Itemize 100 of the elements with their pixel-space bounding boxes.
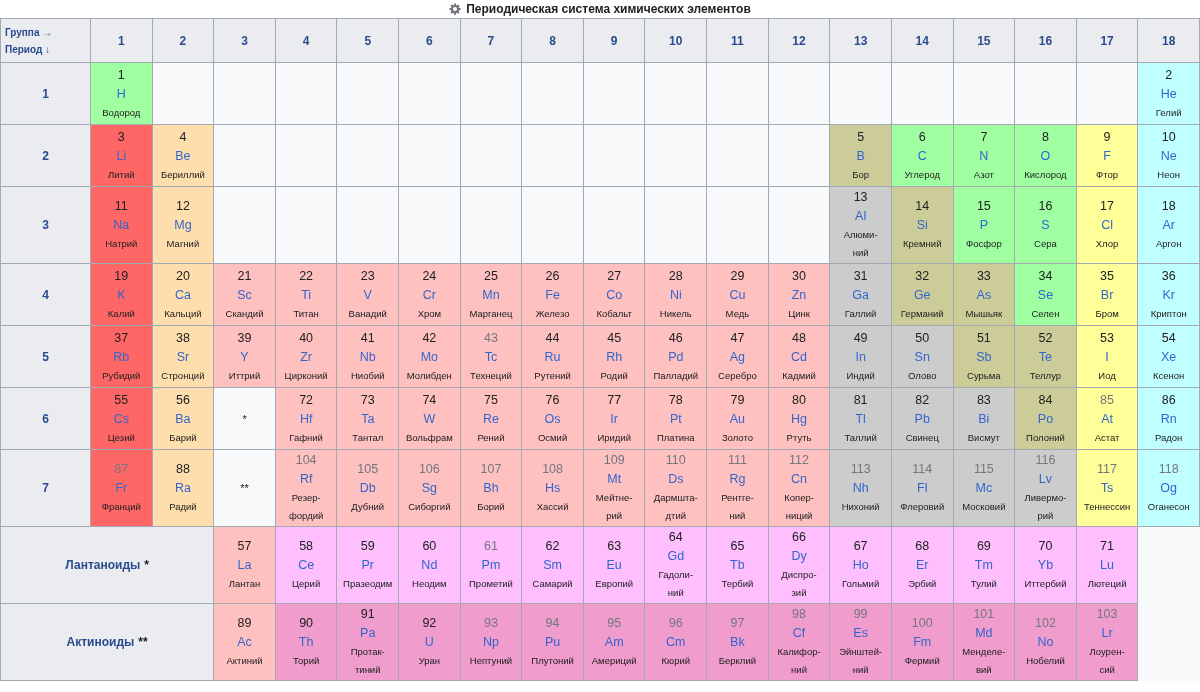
element-symbol-link[interactable]: Te <box>1038 347 1053 367</box>
element-symbol-link[interactable]: Mt <box>607 470 622 489</box>
group-header[interactable]: 4 <box>275 19 338 63</box>
element-symbol-link[interactable]: Th <box>298 633 314 652</box>
settings-icon[interactable] <box>449 3 462 15</box>
element-symbol-link[interactable]: Au <box>729 409 746 429</box>
period-header[interactable]: 4 <box>1 264 91 326</box>
element-symbol-link[interactable]: Md <box>975 624 993 643</box>
element-symbol-link[interactable]: Nb <box>359 347 376 367</box>
element-symbol-link[interactable]: Ts <box>1100 479 1114 498</box>
element-symbol-link[interactable]: Tm <box>974 556 993 575</box>
element-symbol-link[interactable]: Og <box>1160 479 1177 498</box>
period-header[interactable]: 3 <box>1 187 91 264</box>
element-symbol-link[interactable]: Pt <box>669 409 682 429</box>
group-header[interactable]: 3 <box>214 19 276 63</box>
element-symbol-link[interactable]: Cs <box>113 409 129 429</box>
element-symbol-link[interactable]: Lr <box>1101 624 1113 643</box>
element-symbol-link[interactable]: Cl <box>1101 216 1113 235</box>
element-symbol-link[interactable]: Pm <box>481 556 501 575</box>
element-symbol-link[interactable]: Cn <box>791 470 807 489</box>
element-symbol-link[interactable]: Sb <box>976 347 992 367</box>
element-symbol-link[interactable]: Pb <box>914 409 930 429</box>
element-symbol-link[interactable]: Co <box>606 285 623 305</box>
element-symbol-link[interactable]: Ac <box>237 633 252 652</box>
element-symbol-link[interactable]: Se <box>1037 285 1054 305</box>
element-symbol-link[interactable]: Rf <box>299 470 313 489</box>
element-symbol-link[interactable]: Ra <box>174 479 191 498</box>
element-symbol-link[interactable]: Y <box>240 347 249 367</box>
element-symbol-link[interactable]: Sr <box>176 347 190 367</box>
element-symbol-link[interactable]: Br <box>1100 285 1114 305</box>
element-symbol-link[interactable]: Rb <box>113 347 130 367</box>
group-header[interactable]: 16 <box>1015 19 1077 63</box>
group-header[interactable]: 18 <box>1138 19 1200 63</box>
element-symbol-link[interactable]: F <box>1103 146 1111 166</box>
element-symbol-link[interactable]: Np <box>482 633 499 652</box>
element-symbol-link[interactable]: Ds <box>668 470 684 489</box>
element-symbol-link[interactable]: As <box>976 285 992 305</box>
element-symbol-link[interactable]: Fr <box>115 479 128 498</box>
group-header[interactable]: 13 <box>830 19 892 63</box>
element-symbol-link[interactable]: La <box>237 556 252 575</box>
element-symbol-link[interactable]: N <box>979 146 989 166</box>
element-symbol-link[interactable]: Sm <box>543 556 562 575</box>
element-symbol-link[interactable]: Nh <box>852 479 869 498</box>
element-symbol-link[interactable]: P <box>979 216 988 235</box>
element-symbol-link[interactable]: Lu <box>1100 556 1114 575</box>
element-symbol-link[interactable]: Rh <box>606 347 623 367</box>
element-symbol-link[interactable]: Sg <box>421 479 437 498</box>
element-symbol-link[interactable]: B <box>856 146 865 166</box>
group-header[interactable]: 9 <box>583 19 646 63</box>
element-symbol-link[interactable]: Ar <box>1162 216 1175 235</box>
element-symbol-link[interactable]: S <box>1041 216 1050 235</box>
element-symbol-link[interactable]: Bh <box>483 479 499 498</box>
series-name-link[interactable]: Актиноиды <box>66 635 135 649</box>
element-symbol-link[interactable]: Er <box>916 556 929 575</box>
element-symbol-link[interactable]: Ba <box>175 409 191 429</box>
group-header[interactable]: 12 <box>768 19 831 63</box>
element-symbol-link[interactable]: Sn <box>914 347 930 367</box>
element-symbol-link[interactable]: No <box>1037 633 1054 652</box>
element-symbol-link[interactable]: Am <box>604 633 624 652</box>
element-symbol-link[interactable]: C <box>917 146 927 166</box>
period-header[interactable]: 5 <box>1 326 91 388</box>
element-symbol-link[interactable]: Tl <box>855 409 866 429</box>
period-axis-link[interactable]: Период ↓ <box>5 43 51 55</box>
element-symbol-link[interactable]: Ca <box>174 285 191 305</box>
element-symbol-link[interactable]: U <box>424 633 434 652</box>
element-symbol-link[interactable]: Mo <box>420 347 439 367</box>
element-symbol-link[interactable]: Bi <box>978 409 990 429</box>
element-symbol-link[interactable]: Lv <box>1038 470 1053 489</box>
element-symbol-link[interactable]: Eu <box>606 556 622 575</box>
group-header[interactable]: 6 <box>399 19 461 63</box>
element-symbol-link[interactable]: Pr <box>361 556 374 575</box>
element-symbol-link[interactable]: Si <box>916 216 928 235</box>
group-header[interactable]: 15 <box>953 19 1016 63</box>
element-symbol-link[interactable]: Tb <box>730 556 745 575</box>
element-symbol-link[interactable]: K <box>117 285 126 305</box>
element-symbol-link[interactable]: Hg <box>791 409 807 429</box>
element-symbol-link[interactable]: Mg <box>174 216 192 235</box>
element-symbol-link[interactable]: He <box>1160 84 1177 104</box>
series-name-link[interactable]: Лантаноиды <box>65 558 141 572</box>
group-header[interactable]: 5 <box>337 19 400 63</box>
element-symbol-link[interactable]: Xe <box>1161 347 1177 367</box>
element-symbol-link[interactable]: Cr <box>422 285 436 305</box>
element-symbol-link[interactable]: Os <box>544 409 561 429</box>
element-symbol-link[interactable]: Ir <box>610 409 618 429</box>
element-symbol-link[interactable]: Pu <box>544 633 561 652</box>
element-symbol-link[interactable]: Mn <box>482 285 500 305</box>
element-symbol-link[interactable]: Ag <box>729 347 746 367</box>
element-symbol-link[interactable]: Ge <box>913 285 931 305</box>
group-header[interactable]: 11 <box>707 19 769 63</box>
element-symbol-link[interactable]: Fl <box>917 479 928 498</box>
element-symbol-link[interactable]: Cu <box>729 285 746 305</box>
group-header[interactable]: 14 <box>891 19 954 63</box>
element-symbol-link[interactable]: Po <box>1037 409 1054 429</box>
element-symbol-link[interactable]: In <box>855 347 866 367</box>
element-symbol-link[interactable]: H <box>116 84 126 104</box>
element-symbol-link[interactable]: I <box>1105 347 1109 367</box>
period-header[interactable]: 6 <box>1 388 91 450</box>
element-symbol-link[interactable]: Ru <box>544 347 561 367</box>
element-symbol-link[interactable]: Rn <box>1160 409 1177 429</box>
element-symbol-link[interactable]: Yb <box>1037 556 1054 575</box>
